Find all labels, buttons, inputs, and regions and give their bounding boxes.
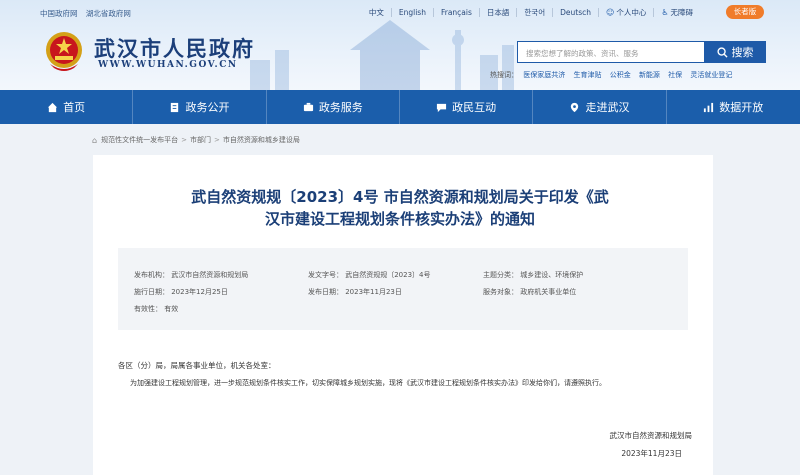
nav-open-data[interactable]: 数据开放 [667,90,800,124]
chart-icon [704,102,714,112]
sign-date: 2023年11月23日 [621,449,682,458]
site-title: 武汉市人民政府 [94,36,255,61]
hot-word[interactable]: 医保家庭共济 [523,71,565,79]
lang-de[interactable]: Deutsch [553,8,599,17]
nav-label: 首页 [63,101,86,114]
top-links: 中国政府网 湖北省政府网 [40,8,137,19]
nav-gov-affairs[interactable]: 政务公开 [133,90,267,124]
search-input[interactable]: 搜索您想了解的政策、资讯、服务 [517,41,705,63]
main-nav: 首页 政务公开 政务服务 政民互动 走进武汉 数据开放 [0,90,800,124]
link-hubei-gov[interactable]: 湖北省政府网 [86,9,131,18]
meta-doc-no: 发文字号： 武自然资规规〔2023〕4号 [308,271,431,279]
meta-pub-date: 发布日期： 2023年11月23日 [308,288,402,296]
hot-word[interactable]: 新能源 [639,71,660,79]
chat-icon [437,103,447,112]
breadcrumb-item[interactable]: 规范性文件统一发布平台 [101,135,178,145]
personal-center-label: 个人中心 [616,8,647,17]
lang-en[interactable]: English [392,8,434,17]
lang-zh[interactable]: 中文 [362,8,392,17]
hot-label: 热搜词： [490,71,518,79]
meta-impl-date: 施行日期： 2023年12月25日 [134,288,228,296]
site-header: 中国政府网 湖北省政府网 中文 English Français 日本語 한국어… [0,0,800,90]
hot-search-words: 热搜词： 医保家庭共济 生育津贴 公积金 新能源 社保 灵活就业登记 [490,70,738,80]
site-url: WWW.WUHAN.GOV.CN [98,60,238,70]
link-gov-cn[interactable]: 中国政府网 [40,9,78,18]
user-icon: ☺ [605,8,615,17]
national-emblem-icon [46,32,82,71]
search-button-label: 搜索 [731,46,754,59]
breadcrumb-separator: > [213,136,220,144]
nav-label: 政务服务 [318,101,363,114]
document-meta: 发布机构： 武汉市自然资源和规划局 发文字号： 武自然资规规〔2023〕4号 主… [118,248,688,330]
accessible-label: 无障碍 [670,8,694,17]
title-line: 武自然资规规〔2023〕4号 市自然资源和规划局关于印发《武 [191,188,609,206]
breadcrumb: ⌂ 规范性文件统一发布平台 > 市部门 > 市自然资源和城乡建设局 [92,135,300,145]
document-title: 武自然资规规〔2023〕4号 市自然资源和规划局关于印发《武 汉市建设工程规划条… [140,186,660,230]
service-icon [303,102,313,111]
lang-fr[interactable]: Français [434,8,480,17]
signer: 武汉市自然资源和规划局 [609,431,693,440]
hot-word[interactable]: 公积金 [610,71,631,79]
breadcrumb-item[interactable]: 市自然资源和城乡建设局 [223,135,300,145]
accessible-link[interactable]: ♿ 无障碍 [654,8,700,17]
nav-home[interactable]: 首页 [0,90,134,124]
search-icon [716,46,728,58]
breadcrumb-item[interactable]: 市部门 [190,135,211,145]
location-icon [571,102,579,112]
breadcrumb-separator: > [181,136,187,144]
lang-ko[interactable]: 한국어 [517,8,554,17]
meta-issuer: 发布机构： 武汉市自然资源和规划局 [134,271,249,279]
hot-word[interactable]: 灵活就业登记 [690,71,732,79]
nav-label: 政务公开 [185,101,230,114]
title-line: 汉市建设工程规划条件核实办法》的通知 [264,210,535,228]
meta-category: 主题分类： 城乡建设、环境保护 [483,271,584,279]
home-icon [48,102,58,112]
hot-word[interactable]: 生育津贴 [573,71,601,79]
body-paragraph: 为加强建设工程规划管理，进一步规范规划条件核实工作，切实保障城乡规划实施，现将《… [130,379,606,387]
nav-interaction[interactable]: 政民互动 [400,90,534,124]
nav-label: 走进武汉 [585,101,630,114]
personal-center-link[interactable]: ☺ 个人中心 [599,8,655,17]
nav-about-wuhan[interactable]: 走进武汉 [533,90,667,124]
language-bar: 中文 English Français 日本語 한국어 Deutsch ☺ 个人中… [362,8,700,17]
nav-gov-service[interactable]: 政务服务 [267,90,400,124]
accessibility-icon: ♿ [661,8,669,17]
elder-mode-button[interactable]: 长者版 [726,5,764,19]
nav-label: 政民互动 [452,101,497,114]
salutation: 各区（分）局，局属各事业单位，机关各处室： [118,361,276,370]
meta-audience: 服务对象： 政府机关事业单位 [483,288,577,296]
meta-validity: 有效性： 有效 [134,305,179,313]
hot-word[interactable]: 社保 [668,71,682,79]
search-button[interactable]: 搜索 [704,41,766,63]
home-icon[interactable]: ⌂ [92,136,97,145]
lang-ja[interactable]: 日本語 [480,8,518,17]
nav-label: 数据开放 [719,101,764,114]
doc-icon [171,102,179,112]
